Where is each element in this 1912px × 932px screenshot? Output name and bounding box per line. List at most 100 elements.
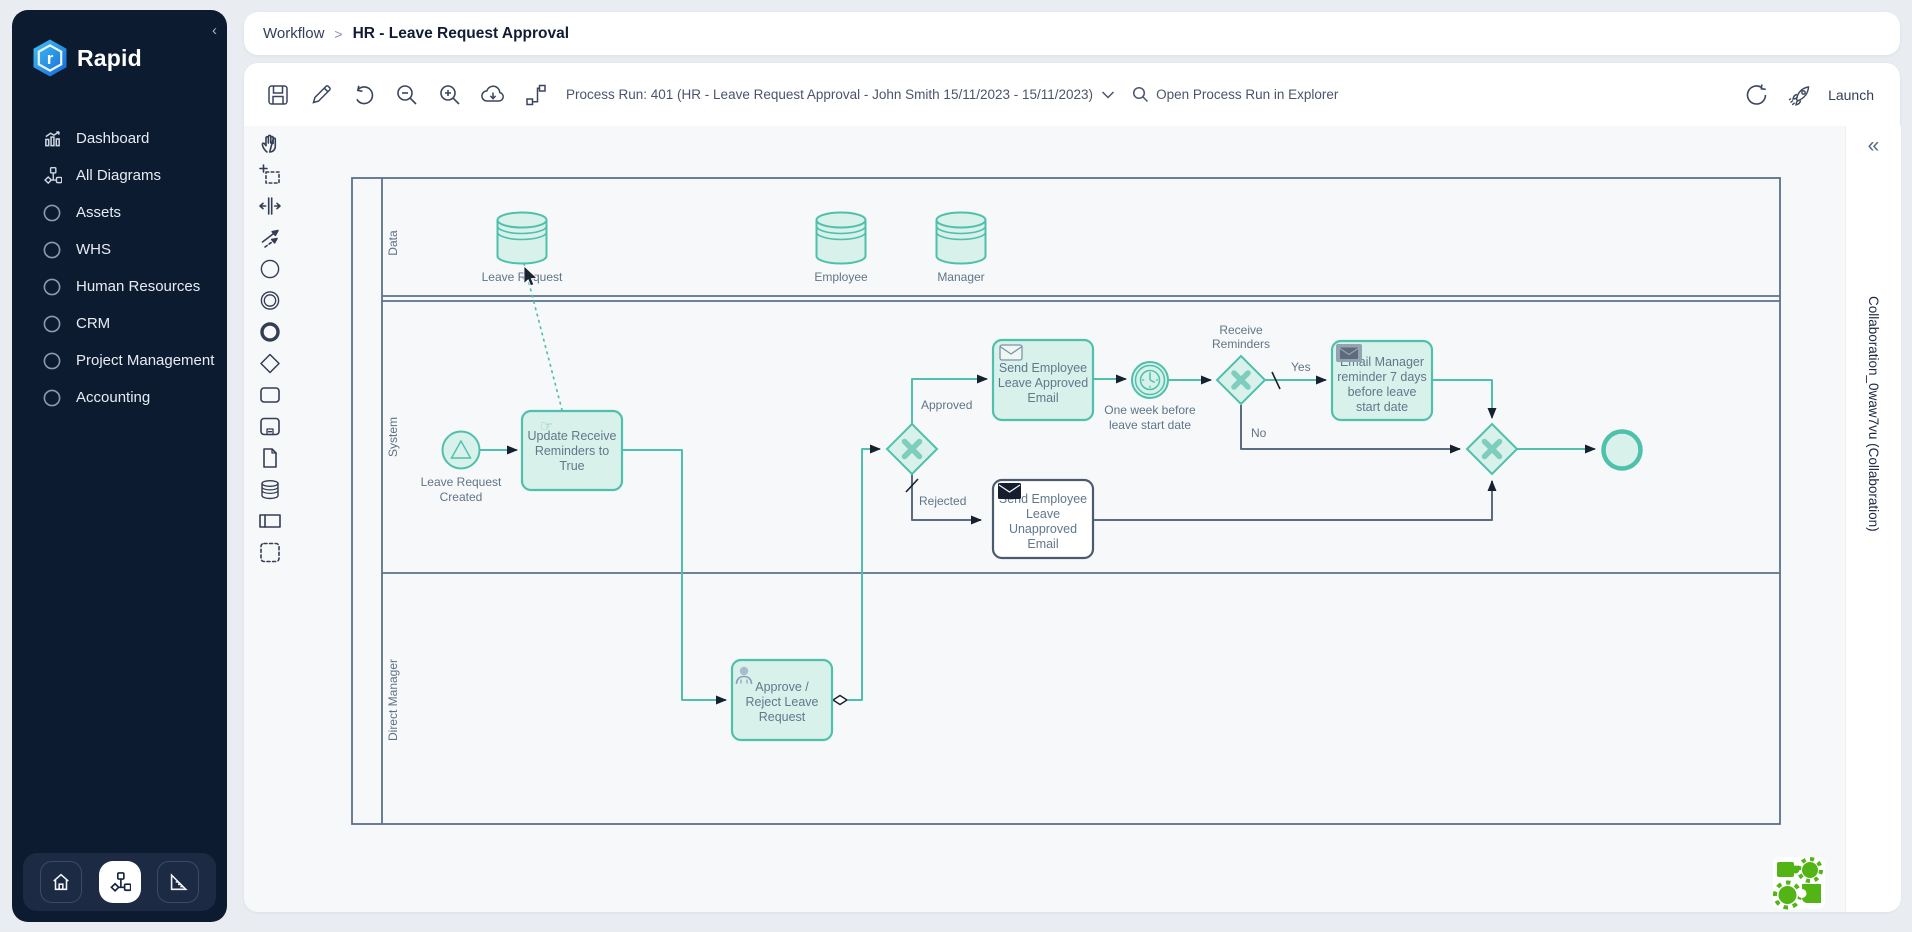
circle-icon (42, 351, 62, 371)
palette-global-connect-tool[interactable] (263, 231, 279, 248)
planning-button[interactable] (157, 861, 199, 903)
app-logo[interactable]: r Rapid (32, 38, 142, 78)
sidebar: ‹ r Rapid Dashboard (12, 10, 227, 922)
page-title: HR - Leave Request Approval (353, 25, 569, 43)
flow-label-yes: Yes (1291, 360, 1311, 374)
zoom-out-button[interactable] (394, 82, 420, 108)
flow-approve-reject-to-gateway[interactable] (848, 449, 880, 700)
sidebar-item-label: Human Resources (76, 278, 200, 295)
data-store-employee[interactable] (817, 213, 866, 264)
save-button[interactable] (265, 82, 291, 108)
data-store-label: Manager (937, 270, 984, 284)
lane-label-data[interactable]: Data (386, 230, 400, 256)
bpmn-io-logo[interactable] (1770, 854, 1828, 912)
collaboration-label-wrap: Collaboration_0waw7vu (Collaboration) (1846, 296, 1901, 532)
circle-icon (42, 314, 62, 334)
sidebar-item-assets[interactable]: Assets (12, 194, 227, 231)
circle-icon (42, 203, 62, 223)
palette-create-gateway[interactable] (261, 355, 279, 373)
task-label: True (559, 459, 584, 473)
lane-label-direct-manager[interactable]: Direct Manager (386, 659, 400, 741)
clock-icon (1141, 371, 1160, 390)
home-button[interactable] (40, 861, 82, 903)
palette-create-start-event[interactable] (261, 260, 278, 277)
launch-button[interactable] (1787, 83, 1811, 107)
rocket-icon (1787, 83, 1811, 107)
diagram-editor-panel: Process Run: 401 (HR - Leave Request App… (244, 63, 1900, 912)
breadcrumb-separator: > (334, 26, 342, 42)
edit-button[interactable] (308, 82, 334, 108)
flow-unapproved-to-merge[interactable] (1093, 481, 1492, 520)
task-approve-reject-leave-request[interactable]: Approve / Reject Leave Request (732, 660, 832, 740)
refresh-button[interactable] (1744, 82, 1770, 108)
process-run-button[interactable] (523, 82, 549, 108)
sidebar-item-crm[interactable]: CRM (12, 305, 227, 342)
sidebar-item-project-management[interactable]: Project Management (12, 342, 227, 379)
flow-email-manager-to-merge[interactable] (1432, 380, 1492, 418)
circle-icon (42, 240, 62, 260)
palette-space-tool[interactable] (260, 198, 280, 214)
sidebar-item-label: WHS (76, 241, 111, 258)
palette-create-end-event[interactable] (262, 324, 278, 340)
sidebar-item-label: Project Management (76, 352, 214, 369)
data-store-manager[interactable] (937, 213, 986, 264)
data-store-label: Employee (814, 270, 868, 284)
palette-hand-tool[interactable] (262, 135, 275, 152)
timer-label: One week before (1104, 403, 1196, 417)
flow-label-approved: Approved (921, 398, 972, 412)
sidebar-item-label: Assets (76, 204, 121, 221)
timer-event-one-week-before[interactable] (1132, 362, 1168, 398)
gateway-exclusive-approved-rejected[interactable] (887, 424, 937, 474)
task-update-receive-reminders[interactable]: ☞ Update Receive Reminders to True (522, 411, 622, 490)
zoom-in-button[interactable] (437, 82, 463, 108)
task-email-manager-reminder[interactable]: Email Manager reminder 7 days before lea… (1332, 341, 1432, 420)
properties-panel-collapsed: « Collaboration_0waw7vu (Collaboration) (1845, 126, 1901, 912)
data-store-leave-request[interactable] (498, 213, 547, 264)
end-event[interactable] (1604, 432, 1641, 469)
diagram-icon (42, 166, 62, 186)
palette-lasso-tool[interactable] (260, 165, 279, 183)
home-icon (50, 871, 72, 893)
palette-create-task[interactable] (261, 388, 279, 402)
gateway-receive-reminders[interactable] (1217, 356, 1265, 404)
open-process-run-in-explorer[interactable]: Open Process Run in Explorer (1132, 86, 1338, 103)
task-label: Leave (1026, 507, 1060, 521)
save-icon (266, 83, 290, 107)
palette-create-participant[interactable] (260, 515, 280, 527)
search-icon (1132, 86, 1149, 103)
lane-label-system[interactable]: System (386, 417, 400, 457)
task-send-unapproved-email[interactable]: Send Employee Leave Unapproved Email (993, 480, 1093, 558)
palette-create-group[interactable] (261, 544, 279, 562)
palette-create-intermediate-event[interactable] (261, 292, 278, 309)
breadcrumb-section[interactable]: Workflow (263, 25, 324, 42)
ruler-icon (167, 871, 189, 893)
task-send-approved-email[interactable]: Send Employee Leave Approved Email (993, 340, 1093, 420)
task-label: Email (1027, 537, 1058, 551)
timer-label: leave start date (1109, 418, 1191, 432)
bpmn-canvas[interactable]: Data System Direct Manager (244, 126, 1845, 912)
cloud-download-button[interactable] (480, 82, 506, 108)
sidebar-item-all-diagrams[interactable]: All Diagrams (12, 157, 227, 194)
sidebar-item-whs[interactable]: WHS (12, 231, 227, 268)
diagrams-button[interactable] (99, 861, 141, 903)
start-event-label: Leave Request (421, 475, 502, 489)
sidebar-item-accounting[interactable]: Accounting (12, 379, 227, 416)
sidebar-collapse-icon[interactable]: ‹ (212, 22, 217, 39)
undo-button[interactable] (351, 82, 377, 108)
task-label: Unapproved (1009, 522, 1077, 536)
palette-create-data-store[interactable] (262, 481, 278, 499)
sidebar-item-label: CRM (76, 315, 110, 332)
process-run-selector[interactable]: Process Run: 401 (HR - Leave Request App… (566, 87, 1115, 102)
gateway-merge[interactable] (1467, 424, 1517, 474)
sidebar-item-dashboard[interactable]: Dashboard (12, 120, 227, 157)
palette-create-subprocess[interactable] (261, 419, 279, 435)
task-label: Leave Approved (998, 376, 1088, 390)
launch-label: Launch (1828, 87, 1874, 103)
data-association[interactable] (524, 264, 562, 410)
rapid-hexagon-logo-icon: r (32, 38, 68, 78)
palette-create-data-object[interactable] (264, 449, 276, 467)
panel-expand-icon[interactable]: « (1846, 134, 1901, 158)
sidebar-item-human-resources[interactable]: Human Resources (12, 268, 227, 305)
flow-update-to-approve-reject[interactable] (622, 450, 726, 700)
start-event-leave-request-created[interactable] (443, 432, 480, 469)
